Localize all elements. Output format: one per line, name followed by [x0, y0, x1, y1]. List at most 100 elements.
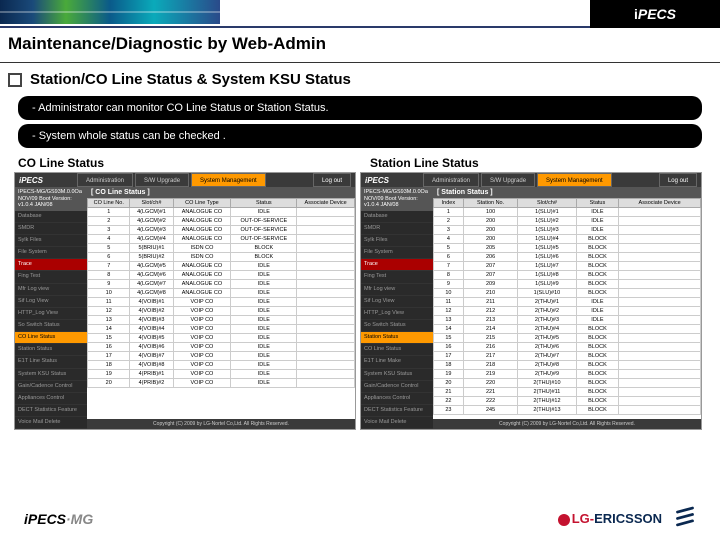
shot-tab-bar: iPECS Administration S/W Upgrade System …: [15, 173, 355, 187]
nav-item[interactable]: SMDR: [361, 223, 433, 235]
table-row: 112112(THU)#1IDLE: [434, 298, 701, 307]
table-row: 104(LGCM)#8ANALOGUE COIDLE: [88, 289, 355, 298]
table-row: 174(VOIB)#7VOIP COIDLE: [88, 352, 355, 361]
nav-item[interactable]: Appliances Control: [361, 393, 433, 405]
copyright: Copyright (C) 2009 by LG-Nortel Co,Ltd. …: [87, 419, 355, 429]
shot-logo: iPECS: [15, 176, 75, 185]
sidebar-nav: IPECS-MG/GS93M.0.0Oa NOV/09 Boot Version…: [15, 187, 87, 429]
nav-item[interactable]: E1T Line Status: [15, 356, 87, 368]
nav-item[interactable]: HTTP_Log View: [361, 308, 433, 320]
nav-item[interactable]: DECT Statistics Feature: [15, 405, 87, 417]
footer-brand-logo: iPECS·MG: [24, 511, 93, 527]
nav-item[interactable]: Database: [361, 211, 433, 223]
copyright: Copyright (C) 2009 by LG-Nortel Co,Ltd. …: [433, 419, 701, 429]
tab-administration[interactable]: Administration: [77, 173, 133, 187]
table-row: 124(VOIB)#2VOIP COIDLE: [88, 307, 355, 316]
table-row: 92091(SLU)#9BLOCK: [434, 280, 701, 289]
col-header: Associate Device: [297, 199, 355, 208]
tab-sw-upgrade[interactable]: S/W Upgrade: [481, 173, 535, 187]
table-row: 52051(SLU)#5BLOCK: [434, 244, 701, 253]
logout-button[interactable]: Log out: [659, 173, 697, 187]
table-row: 134(VOIB)#3VOIP COIDLE: [88, 316, 355, 325]
nav-item[interactable]: File System: [15, 247, 87, 259]
main-panel: [ Station Status ] IndexStation No.Slot/…: [433, 187, 701, 429]
station-table: IndexStation No.Slot/ch#StatusAssociate …: [433, 198, 701, 415]
nav-trace[interactable]: Trace: [15, 259, 87, 271]
table-row: 62061(SLU)#6BLOCK: [434, 253, 701, 262]
col-header: Slot/ch#: [518, 199, 576, 208]
table-row: 102101(SLU)#10BLOCK: [434, 289, 701, 298]
table-row: 152152(THU)#5BLOCK: [434, 334, 701, 343]
nav-item[interactable]: HTTP_Log View: [15, 308, 87, 320]
nav-item[interactable]: Station Status: [15, 344, 87, 356]
table-row: 74(LGCM)#5ANALOGUE COIDLE: [88, 262, 355, 271]
col-header: Status: [576, 199, 619, 208]
nav-item[interactable]: Fing Test: [361, 271, 433, 283]
tab-sw-upgrade[interactable]: S/W Upgrade: [135, 173, 189, 187]
table-row: 202202(THU)#10BLOCK: [434, 379, 701, 388]
table-row: 42001(SLU)#4BLOCK: [434, 235, 701, 244]
table-row: 44(LGCM)#4ANALOGUE COOUT-OF-SERVICE: [88, 235, 355, 244]
nav-item[interactable]: SMDR: [15, 223, 87, 235]
nav-item[interactable]: Fing Test: [15, 271, 87, 283]
table-row: 232452(THU)#13BLOCK: [434, 406, 701, 415]
table-row: 84(LGCM)#6ANALOGUE COIDLE: [88, 271, 355, 280]
tab-system-management[interactable]: System Management: [537, 173, 612, 187]
col-header: CO Line No.: [88, 199, 130, 208]
nav-co-line-status[interactable]: CO Line Status: [15, 332, 87, 344]
table-row: 114(VOIB)#1VOIP COIDLE: [88, 298, 355, 307]
table-row: 222222(THU)#12BLOCK: [434, 397, 701, 406]
nav-item[interactable]: CO Line Status: [361, 344, 433, 356]
table-row: 172172(THU)#7BLOCK: [434, 352, 701, 361]
table-row: 11001(SLU)#1IDLE: [434, 208, 701, 217]
col-header: Index: [434, 199, 464, 208]
co-line-table: CO Line No.Slot/ch#CO Line TypeStatusAss…: [87, 198, 355, 388]
table-row: 204(PRIB)#2VOIP COIDLE: [88, 379, 355, 388]
nav-item[interactable]: Gain/Cadence Control: [361, 381, 433, 393]
table-row: 212212(THU)#11BLOCK: [434, 388, 701, 397]
table-row: 194(PRIB)#1VOIP COIDLE: [88, 370, 355, 379]
nav-item[interactable]: Appliances Control: [15, 393, 87, 405]
info-box-1: - Administrator can monitor CO Line Stat…: [18, 96, 702, 120]
nav-item[interactable]: Mfr Log view: [15, 284, 87, 296]
shot-tab-bar: iPECS Administration S/W Upgrade System …: [361, 173, 701, 187]
nav-header: IPECS-MG/GS93M.0.0Oa NOV/09 Boot Version…: [15, 187, 87, 211]
right-section-label: Station Line Status: [370, 156, 479, 170]
table-row: 182182(THU)#8BLOCK: [434, 361, 701, 370]
nav-item[interactable]: E1T Line Make: [361, 356, 433, 368]
table-row: 34(LGCM)#3ANALOGUE COOUT-OF-SERVICE: [88, 226, 355, 235]
logout-button[interactable]: Log out: [313, 173, 351, 187]
screenshots-row: iPECS Administration S/W Upgrade System …: [0, 172, 720, 430]
nav-item[interactable]: Sylk Files: [361, 235, 433, 247]
table-row: 65(BRIU)#2ISDN COBLOCK: [88, 253, 355, 262]
lg-circle-icon: [558, 514, 570, 526]
tab-administration[interactable]: Administration: [423, 173, 479, 187]
screenshot-station-line: iPECS Administration S/W Upgrade System …: [360, 172, 702, 430]
col-header: Station No.: [463, 199, 518, 208]
nav-item[interactable]: System KSU Status: [15, 369, 87, 381]
nav-item[interactable]: Voice Mail Delete: [361, 417, 433, 429]
nav-header: IPECS-MG/GS93M.0.0Oa NOV/09 Boot Version…: [361, 187, 433, 211]
main-panel: [ CO Line Status ] CO Line No.Slot/ch#CO…: [87, 187, 355, 429]
nav-item[interactable]: Sif Log View: [361, 296, 433, 308]
table-row: 22001(SLU)#2IDLE: [434, 217, 701, 226]
table-row: 24(LGCM)#2ANALOGUE COOUT-OF-SERVICE: [88, 217, 355, 226]
nav-item[interactable]: DECT Statistics Feature: [361, 405, 433, 417]
nav-item[interactable]: So Switch Status: [361, 320, 433, 332]
table-row: 184(VOIB)#8VOIP COIDLE: [88, 361, 355, 370]
nav-item[interactable]: Mfr Log view: [361, 284, 433, 296]
footer: iPECS·MG LG-ERICSSON: [0, 505, 720, 532]
nav-item[interactable]: Sif Log View: [15, 296, 87, 308]
nav-item[interactable]: Voice Mail Delete: [15, 417, 87, 429]
nav-station-status[interactable]: Station Status: [361, 332, 433, 344]
nav-item[interactable]: File System: [361, 247, 433, 259]
nav-item[interactable]: Sylk Files: [15, 235, 87, 247]
table-row: 82071(SLU)#8BLOCK: [434, 271, 701, 280]
nav-item[interactable]: Gain/Cadence Control: [15, 381, 87, 393]
col-header: Slot/ch#: [130, 199, 173, 208]
nav-item[interactable]: Database: [15, 211, 87, 223]
nav-item[interactable]: So Switch Status: [15, 320, 87, 332]
tab-system-management[interactable]: System Management: [191, 173, 266, 187]
nav-trace[interactable]: Trace: [361, 259, 433, 271]
nav-item[interactable]: System KSU Status: [361, 369, 433, 381]
